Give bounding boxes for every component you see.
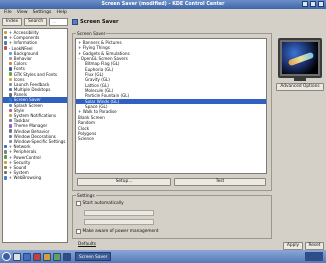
splash-icon	[9, 103, 13, 107]
start-automatically-checkbox[interactable]: Start automatically	[76, 201, 124, 206]
preview-screen	[282, 42, 318, 74]
menu-settings[interactable]: Settings	[33, 9, 52, 17]
reset-button[interactable]: Reset	[305, 242, 324, 250]
screensaver-icon	[72, 19, 78, 25]
notifications-icon	[9, 113, 13, 118]
colors-icon	[9, 62, 13, 66]
test-button[interactable]: Test	[174, 178, 266, 186]
sidebar-toolbar: Index Search ...	[2, 17, 68, 27]
taskbar-task-screen-saver[interactable]: Screen Saver	[75, 252, 112, 261]
page-title: Screen Saver	[72, 18, 119, 26]
components-icon	[4, 36, 8, 40]
menu-help[interactable]: Help	[56, 9, 66, 17]
icons-icon	[9, 77, 13, 81]
information-icon	[4, 41, 8, 45]
kde-menu-icon[interactable]	[2, 252, 11, 261]
style-icon	[9, 108, 13, 113]
screen-saver-list[interactable]: + Banners & Pictures + Flying Things + Gad…	[75, 38, 267, 174]
require-password-field[interactable]	[84, 219, 154, 225]
settings-group-title: Settings	[76, 194, 96, 200]
gtk-icon	[9, 72, 13, 76]
webbrowsing-icon	[4, 176, 8, 180]
advanced-options-button[interactable]: Advanced Options	[276, 83, 324, 91]
background-icon	[9, 51, 13, 56]
taskbar: Screen Saver	[0, 250, 326, 263]
power-management-checkbox[interactable]: Make aware of power management	[76, 229, 159, 234]
search-tab[interactable]: Search	[24, 18, 48, 26]
index-tab[interactable]: Index	[2, 18, 23, 26]
screensaver-icon	[9, 98, 13, 102]
editor-icon[interactable]	[53, 252, 61, 261]
start-automatically-label: Start automatically	[82, 201, 124, 206]
network-icon	[4, 145, 8, 149]
pager-icon[interactable]	[63, 252, 71, 261]
defaults-button[interactable]: Defaults	[72, 242, 102, 250]
folder-icon[interactable]	[43, 252, 51, 261]
launch-icon	[9, 82, 13, 87]
system-icon	[4, 170, 8, 175]
power-management-label: Make aware of power management	[82, 229, 159, 234]
title-bar: Screen Saver (modified) - KDE Control Ce…	[0, 0, 326, 9]
module-tree[interactable]: + Accessibility + Components + Information…	[2, 28, 68, 243]
desktop-icon[interactable]	[13, 252, 21, 261]
menu-bar: File View Settings Help	[0, 9, 326, 17]
power-icon	[4, 155, 8, 159]
browser-icon[interactable]	[23, 252, 31, 261]
start-automatically-box[interactable]	[76, 201, 81, 206]
security-icon	[4, 160, 8, 164]
maximize-button[interactable]	[310, 1, 316, 7]
tree-item-label: + WebBrowsing	[8, 175, 42, 181]
window-specific-icon	[9, 139, 13, 144]
desktops-icon	[9, 87, 13, 92]
power-management-box[interactable]	[76, 229, 81, 234]
menu-view[interactable]: View	[17, 9, 28, 17]
window-behavior-icon	[9, 129, 13, 133]
screen-saver-item[interactable]: Science	[76, 136, 266, 141]
apply-button[interactable]: Apply	[283, 242, 303, 250]
screen-saver-group-title: Screen Saver	[76, 32, 107, 38]
close-button[interactable]	[318, 1, 324, 7]
taskbar-icon	[9, 119, 13, 123]
tree-item[interactable]: + WebBrowsing	[3, 175, 67, 180]
fonts-icon	[9, 67, 13, 71]
menu-file[interactable]: File	[4, 9, 12, 17]
clock	[305, 252, 323, 261]
window-controls	[302, 1, 324, 7]
terminal-icon[interactable]	[33, 252, 41, 261]
start-after-field[interactable]	[84, 210, 154, 216]
looknfeel-icon	[4, 46, 8, 50]
preview-stand	[294, 78, 306, 81]
minimize-button[interactable]	[302, 1, 308, 7]
peripherals-icon	[4, 150, 8, 154]
theme-icon	[9, 124, 13, 128]
window-title: Screen Saver (modified) - KDE Control Ce…	[101, 2, 225, 7]
search-input[interactable]: ...	[49, 18, 68, 26]
sound-icon	[4, 165, 8, 170]
setup-button[interactable]: Setup...	[77, 178, 171, 186]
behavior-icon	[9, 56, 13, 61]
screen-saver-preview	[278, 38, 322, 78]
page-title-text: Screen Saver	[80, 19, 119, 25]
window-decorations-icon	[9, 134, 13, 139]
accessibility-icon	[4, 30, 8, 35]
panels-icon	[9, 93, 13, 97]
